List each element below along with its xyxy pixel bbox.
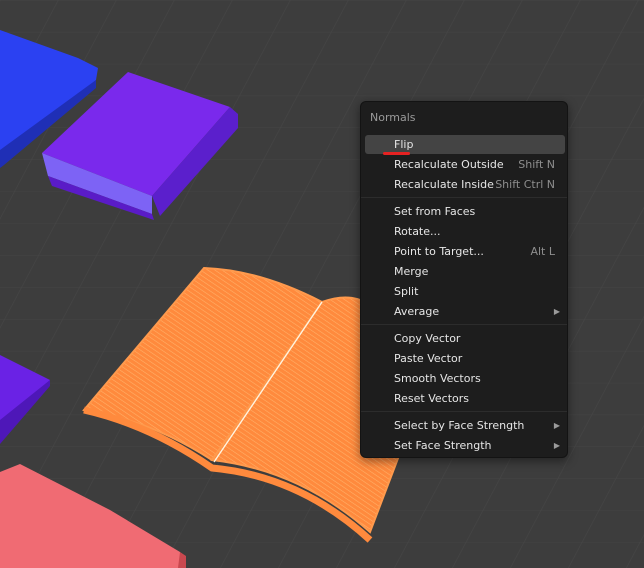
menu-item-label: Rotate... [394,225,441,238]
menu-item-label: Copy Vector [394,332,461,345]
menu-item-paste-vector[interactable]: Paste Vector [365,349,565,368]
menu-item-label: Reset Vectors [394,392,470,405]
menu-separator [361,197,567,198]
menu-item-label: Set Face Strength [394,439,492,452]
menu-item-recalculate-inside[interactable]: Recalculate Inside Shift Ctrl N [365,175,565,194]
menu-item-label: Paste Vector [394,352,463,365]
menu-title: Normals [370,111,416,124]
menu-item-label: Select by Face Strength [394,419,525,432]
menu-item-copy-vector[interactable]: Copy Vector [365,329,565,348]
menu-item-label: Average [394,305,440,318]
menu-separator [361,324,567,325]
menu-item-shortcut: Shift Ctrl N [495,178,555,191]
menu-item-label: Smooth Vectors [394,372,481,385]
submenu-arrow-icon: ▶ [553,421,560,430]
menu-item-rotate[interactable]: Rotate... [365,222,565,241]
red-annotation-underline [383,152,410,155]
menu-item-label: Recalculate Inside [394,178,494,191]
menu-item-set-from-faces[interactable]: Set from Faces [365,202,565,221]
menu-item-recalculate-outside[interactable]: Recalculate Outside Shift N [365,155,565,174]
submenu-arrow-icon: ▶ [553,307,560,316]
menu-item-smooth-vectors[interactable]: Smooth Vectors [365,369,565,388]
menu-item-select-by-face-strength[interactable]: Select by Face Strength ▶ [365,416,565,435]
menu-item-label: Recalculate Outside [394,158,504,171]
menu-item-reset-vectors[interactable]: Reset Vectors [365,389,565,408]
menu-item-shortcut: Shift N [518,158,555,171]
menu-item-label: Set from Faces [394,205,476,218]
menu-separator [361,411,567,412]
submenu-arrow-icon: ▶ [553,441,560,450]
menu-item-shortcut: Alt L [530,245,555,258]
menu-item-point-to-target[interactable]: Point to Target... Alt L [365,242,565,261]
menu-item-label: Point to Target... [394,245,484,258]
menu-item-average[interactable]: Average ▶ [365,302,565,321]
menu-item-merge[interactable]: Merge [365,262,565,281]
menu-item-split[interactable]: Split [365,282,565,301]
menu-item-label: Split [394,285,419,298]
menu-item-label: Merge [394,265,429,278]
menu-item-set-face-strength[interactable]: Set Face Strength ▶ [365,436,565,455]
